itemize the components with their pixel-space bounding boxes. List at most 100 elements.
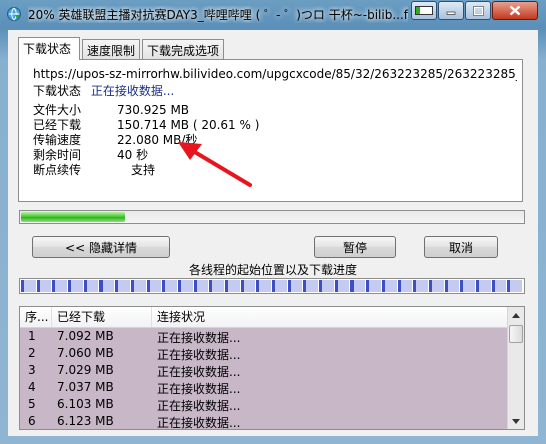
thread-segment bbox=[256, 280, 272, 292]
thread-segment-remaining bbox=[259, 280, 271, 292]
thread-segment-remaining bbox=[102, 280, 115, 292]
thread-segment-remaining bbox=[39, 280, 52, 292]
download-window: 20% 英雄联盟主播对抗赛DAY3_哔哩哔哩 ( ゜- ゜)つロ 干杯~-bil… bbox=[0, 0, 546, 444]
thread-segment-remaining bbox=[180, 280, 193, 292]
row-connection-status: 正在接收数据... bbox=[157, 382, 241, 396]
thread-segment-remaining bbox=[275, 280, 287, 292]
row-connection-status: 正在接收数据... bbox=[157, 365, 241, 379]
row-downloaded: 7.037 MB bbox=[57, 380, 114, 394]
thread-segment bbox=[240, 280, 257, 292]
window-title: 20% 英雄联盟主播对抗赛DAY3_哔哩哔哩 ( ゜- ゜)つロ 干杯~-bil… bbox=[28, 8, 408, 22]
thread-segment bbox=[444, 280, 461, 292]
thread-segment-remaining bbox=[463, 280, 475, 292]
red-arrow-icon bbox=[176, 140, 256, 193]
pause-button[interactable]: 暂停 bbox=[314, 236, 396, 258]
thread-list-rows: 1 7.092 MB 正在接收数据... 2 7.060 MB 正在接收数据... 3 7.0… bbox=[20, 328, 508, 430]
thread-segment-remaining bbox=[384, 280, 397, 292]
thread-segment-remaining bbox=[337, 280, 350, 292]
thread-segment-remaining bbox=[71, 280, 83, 292]
thread-segment-remaining bbox=[228, 280, 240, 292]
table-row[interactable]: 5 6.103 MB 正在接收数据... bbox=[20, 396, 508, 413]
thread-segment-remaining bbox=[369, 280, 381, 292]
progress-mini-button[interactable] bbox=[411, 1, 437, 20]
thread-segment bbox=[287, 280, 304, 292]
thread-segment bbox=[475, 280, 492, 292]
thread-segment-remaining bbox=[479, 280, 491, 292]
maximize-icon[interactable] bbox=[465, 1, 491, 20]
thread-segment bbox=[68, 280, 84, 292]
thread-segment-remaining bbox=[196, 280, 209, 292]
tab-download-status[interactable]: 下载状态 bbox=[18, 37, 80, 60]
cancel-button[interactable]: 取消 bbox=[424, 236, 498, 258]
thread-segment bbox=[319, 280, 335, 292]
download-status-value: 正在接收数据... bbox=[90, 84, 175, 98]
thread-segment bbox=[224, 280, 241, 292]
close-icon[interactable] bbox=[492, 1, 538, 20]
table-row[interactable]: 3 7.029 MB 正在接收数据... bbox=[20, 362, 508, 379]
column-header-index[interactable]: 序... bbox=[20, 307, 52, 327]
thread-segment-remaining bbox=[400, 280, 413, 292]
column-header-connection-status[interactable]: 连接状况 bbox=[152, 307, 508, 327]
hide-details-button[interactable]: << 隐藏详情 bbox=[32, 236, 170, 258]
thread-segment-remaining bbox=[416, 280, 428, 292]
thread-segment bbox=[193, 280, 210, 292]
thread-segment bbox=[146, 280, 163, 292]
scroll-thumb[interactable] bbox=[509, 325, 523, 343]
thread-segment-remaining bbox=[353, 280, 366, 292]
tab-completion-options[interactable]: 下载完成选项 bbox=[142, 39, 224, 59]
thread-segment bbox=[381, 280, 398, 292]
thread-segments-bar bbox=[19, 278, 525, 294]
thread-segment-remaining bbox=[290, 280, 303, 292]
download-url: https://upos-sz-mirrorhw.bilivideo.com/u… bbox=[33, 67, 517, 81]
thread-segment bbox=[209, 280, 225, 292]
thread-segment bbox=[507, 280, 523, 292]
thread-segment bbox=[303, 280, 320, 292]
table-row[interactable]: 2 7.060 MB 正在接收数据... bbox=[20, 345, 508, 362]
thread-segment bbox=[36, 280, 53, 292]
resume-support-label: 断点续传 bbox=[33, 163, 82, 177]
row-downloaded: 7.060 MB bbox=[57, 346, 114, 360]
table-row[interactable]: 6 6.123 MB 正在接收数据... bbox=[20, 413, 508, 430]
thread-segment-remaining bbox=[55, 280, 68, 292]
progress-fill bbox=[21, 212, 125, 222]
thread-segment-remaining bbox=[447, 280, 460, 292]
thread-segment bbox=[21, 280, 37, 292]
thread-segment-remaining bbox=[212, 280, 224, 292]
minimize-icon[interactable] bbox=[438, 1, 464, 20]
thread-list-scrollbar[interactable] bbox=[507, 307, 524, 429]
table-row[interactable]: 4 7.037 MB 正在接收数据... bbox=[20, 379, 508, 396]
title-bar[interactable]: 20% 英雄联盟主播对抗赛DAY3_哔哩哔哩 ( ゜- ゜)つロ 干杯~-bil… bbox=[0, 0, 546, 28]
row-connection-status: 正在接收数据... bbox=[157, 399, 241, 413]
thread-segment bbox=[460, 280, 476, 292]
thread-segment-remaining bbox=[510, 280, 522, 292]
resume-support-value: 支持 bbox=[131, 163, 156, 177]
column-header-downloaded[interactable]: 已经下载 bbox=[52, 307, 152, 327]
thread-segment bbox=[99, 280, 116, 292]
remaining-time-value: 40 秒 bbox=[117, 148, 149, 162]
row-connection-status: 正在接收数据... bbox=[157, 416, 241, 430]
status-panel: https://upos-sz-mirrorhw.bilivideo.com/u… bbox=[18, 59, 523, 202]
thread-segment bbox=[272, 280, 288, 292]
row-index: 5 bbox=[28, 397, 36, 411]
thread-segment bbox=[177, 280, 194, 292]
row-downloaded: 6.103 MB bbox=[57, 397, 114, 411]
thread-segment bbox=[350, 280, 367, 292]
download-status-label: 下载状态 bbox=[33, 84, 82, 98]
thread-segment-remaining bbox=[149, 280, 162, 292]
thread-segment bbox=[52, 280, 69, 292]
file-size-value: 730.925 MB bbox=[117, 103, 190, 117]
thread-segment bbox=[366, 280, 382, 292]
thread-segment bbox=[491, 280, 508, 292]
thread-segment bbox=[162, 280, 178, 292]
thread-segment-remaining bbox=[133, 280, 146, 292]
dialog-client-area: 下载状态 速度限制 下载完成选项 https://upos-sz-mirrorh… bbox=[8, 30, 538, 436]
row-connection-status: 正在接收数据... bbox=[157, 348, 241, 362]
scroll-down-icon[interactable] bbox=[508, 413, 524, 429]
overall-progress-bar bbox=[19, 210, 525, 224]
thread-list[interactable]: 序... 已经下载 连接状况 1 7.092 MB 正在接收数据... 2 7.060 … bbox=[19, 306, 525, 430]
downloaded-value: 150.714 MB ( 20.61 % ) bbox=[117, 118, 260, 132]
scroll-up-icon[interactable] bbox=[508, 307, 524, 323]
table-row[interactable]: 1 7.092 MB 正在接收数据... bbox=[20, 328, 508, 345]
tab-speed-limit[interactable]: 速度限制 bbox=[82, 39, 140, 59]
thread-segment bbox=[397, 280, 414, 292]
